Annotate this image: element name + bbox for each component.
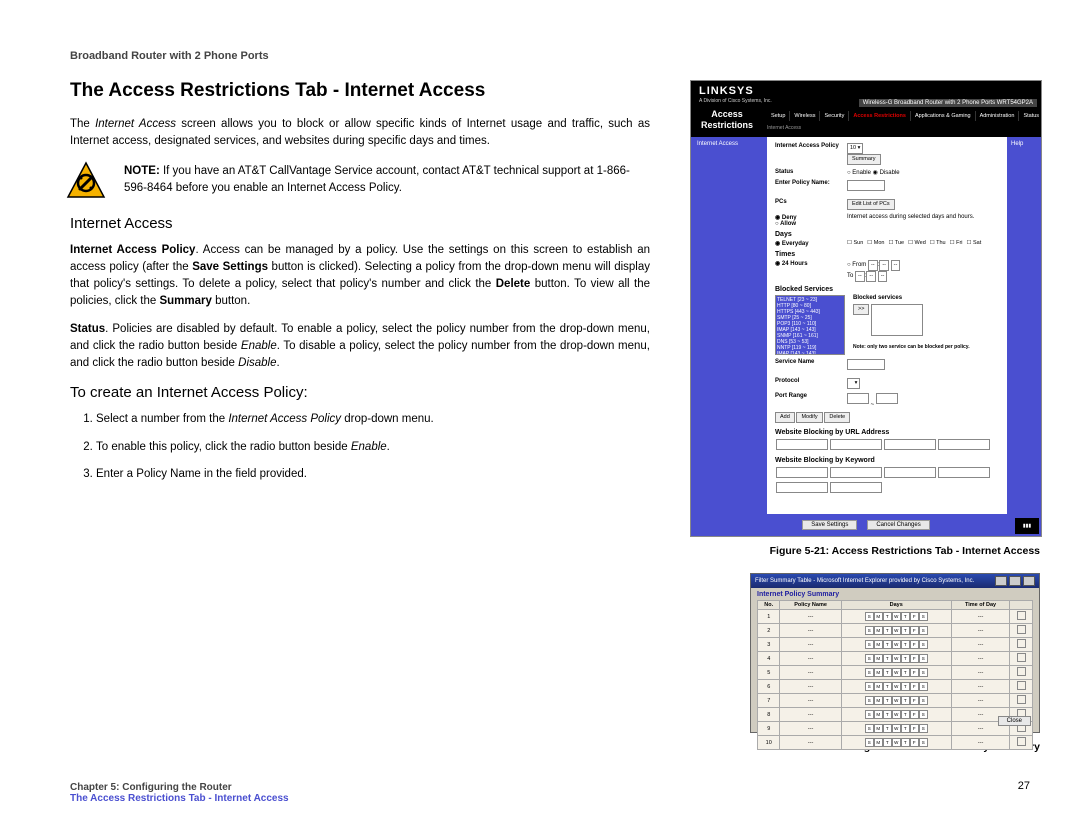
blocked-services-list[interactable]: TELNET [23 ~ 23]HTTP [80 ~ 80]HTTPS [443… xyxy=(775,295,845,355)
step-1: Select a number from the Internet Access… xyxy=(96,411,650,428)
modify-button[interactable]: Modify xyxy=(796,412,822,423)
summary-button[interactable]: Summary xyxy=(847,154,881,165)
page-title: The Access Restrictions Tab - Internet A… xyxy=(70,80,650,102)
cancel-changes-button[interactable]: Cancel Changes xyxy=(867,520,929,530)
help-strip: Help xyxy=(1007,137,1041,514)
tab-applications[interactable]: Applications & Gaming xyxy=(911,111,976,121)
selected-services-list[interactable] xyxy=(871,304,923,336)
tab-access-restrictions[interactable]: Access Restrictions xyxy=(849,111,911,121)
internet-access-policy-text: Internet Access Policy. Access can be ma… xyxy=(70,242,650,311)
cisco-logo-icon: ▮▮▮ xyxy=(1015,518,1039,534)
linksys-logo: LINKSYS xyxy=(699,85,754,97)
tab-administration[interactable]: Administration xyxy=(976,111,1020,121)
enable-radio[interactable]: Enable xyxy=(847,170,871,176)
table-row: 5---SMTWTFS--- xyxy=(758,666,1033,680)
figure-summary-screenshot: Filter Summary Table - Microsoft Interne… xyxy=(750,573,1040,733)
intro-text: The Internet Access screen allows you to… xyxy=(70,116,650,151)
everyday-radio[interactable]: Everyday xyxy=(775,241,809,247)
note-text: NOTE: If you have an AT&T CallVantage Se… xyxy=(124,161,650,198)
table-row: 8---SMTWTFS--- xyxy=(758,708,1033,722)
subnav[interactable]: Internet Access xyxy=(767,125,801,131)
url-input[interactable] xyxy=(776,439,828,450)
footer-chapter: Chapter 5: Configuring the Router xyxy=(70,782,1030,793)
allow-radio[interactable]: Allow xyxy=(775,221,796,227)
tab-status[interactable]: Status xyxy=(1019,111,1042,121)
warning-icon xyxy=(66,161,106,201)
tab-setup[interactable]: Setup xyxy=(767,111,790,121)
create-policy-heading: To create an Internet Access Policy: xyxy=(70,384,650,401)
move-right-button[interactable]: >> xyxy=(853,304,869,315)
policy-select[interactable]: 10 ▾ xyxy=(847,143,863,154)
page-footer: 27 Chapter 5: Configuring the Router The… xyxy=(70,782,1030,804)
table-row: 4---SMTWTFS--- xyxy=(758,652,1033,666)
24hours-radio[interactable]: 24 Hours xyxy=(775,261,808,267)
linksys-tagline: A Division of Cisco Systems, Inc. xyxy=(699,98,772,104)
close-button[interactable]: Close xyxy=(998,716,1031,726)
summary-table: No.Policy NameDaysTime of Day 1---SMTWTF… xyxy=(757,600,1033,750)
tab-security[interactable]: Security xyxy=(820,111,849,121)
window-titlebar: Filter Summary Table - Microsoft Interne… xyxy=(751,574,1039,588)
window-controls[interactable] xyxy=(995,576,1035,586)
left-strip: Internet Access xyxy=(691,137,767,514)
step-2: To enable this policy, click the radio b… xyxy=(96,439,650,456)
port-from-input[interactable] xyxy=(847,393,869,404)
figure-router-screenshot: LINKSYS A Division of Cisco Systems, Inc… xyxy=(690,80,1042,537)
edit-list-button[interactable]: Edit List of PCs xyxy=(847,199,895,210)
product-header: Broadband Router with 2 Phone Ports xyxy=(70,50,1030,62)
summary-heading: Internet Policy Summary xyxy=(751,588,1039,600)
service-name-input[interactable] xyxy=(847,359,885,370)
figure-1-caption: Figure 5-21: Access Restrictions Tab - I… xyxy=(690,545,1040,557)
internet-access-heading: Internet Access xyxy=(70,215,650,232)
from-radio[interactable]: From xyxy=(847,262,866,268)
keyword-input[interactable] xyxy=(776,467,828,478)
status-text: Status. Policies are disabled by default… xyxy=(70,321,650,373)
nav-tabs: Setup Wireless Security Access Restricti… xyxy=(767,111,1042,121)
model-label: Wireless-G Broadband Router with 2 Phone… xyxy=(859,99,1037,107)
port-to-input[interactable] xyxy=(876,393,898,404)
delete-button[interactable]: Delete xyxy=(824,412,850,423)
table-row: 3---SMTWTFS--- xyxy=(758,638,1033,652)
steps-list: Select a number from the Internet Access… xyxy=(70,411,650,483)
add-button[interactable]: Add xyxy=(775,412,795,423)
table-row: 6---SMTWTFS--- xyxy=(758,680,1033,694)
save-settings-button[interactable]: Save Settings xyxy=(802,520,857,530)
footer-section: The Access Restrictions Tab - Internet A… xyxy=(70,793,1030,804)
table-row: 2---SMTWTFS--- xyxy=(758,624,1033,638)
section-tab-label: AccessRestrictions xyxy=(701,109,753,131)
days-checkboxes[interactable]: SunMonTueWed ThuFriSat xyxy=(847,240,981,247)
policy-name-input[interactable] xyxy=(847,180,885,191)
note-block: NOTE: If you have an AT&T CallVantage Se… xyxy=(70,161,650,201)
table-row: 7---SMTWTFS--- xyxy=(758,694,1033,708)
tab-wireless[interactable]: Wireless xyxy=(790,111,820,121)
router-content: Internet Access Policy 10 ▾ Summary Stat… xyxy=(767,137,1007,514)
table-row: 9---SMTWTFS--- xyxy=(758,722,1033,736)
table-row: 10---SMTWTFS--- xyxy=(758,736,1033,750)
step-3: Enter a Policy Name in the field provide… xyxy=(96,466,650,483)
table-row: 1---SMTWTFS--- xyxy=(758,610,1033,624)
protocol-select[interactable]: ▾ xyxy=(847,378,860,389)
disable-radio[interactable]: Disable xyxy=(873,170,900,176)
router-footer: Save Settings Cancel Changes ▮▮▮ xyxy=(691,514,1041,536)
page-number: 27 xyxy=(1018,780,1030,792)
